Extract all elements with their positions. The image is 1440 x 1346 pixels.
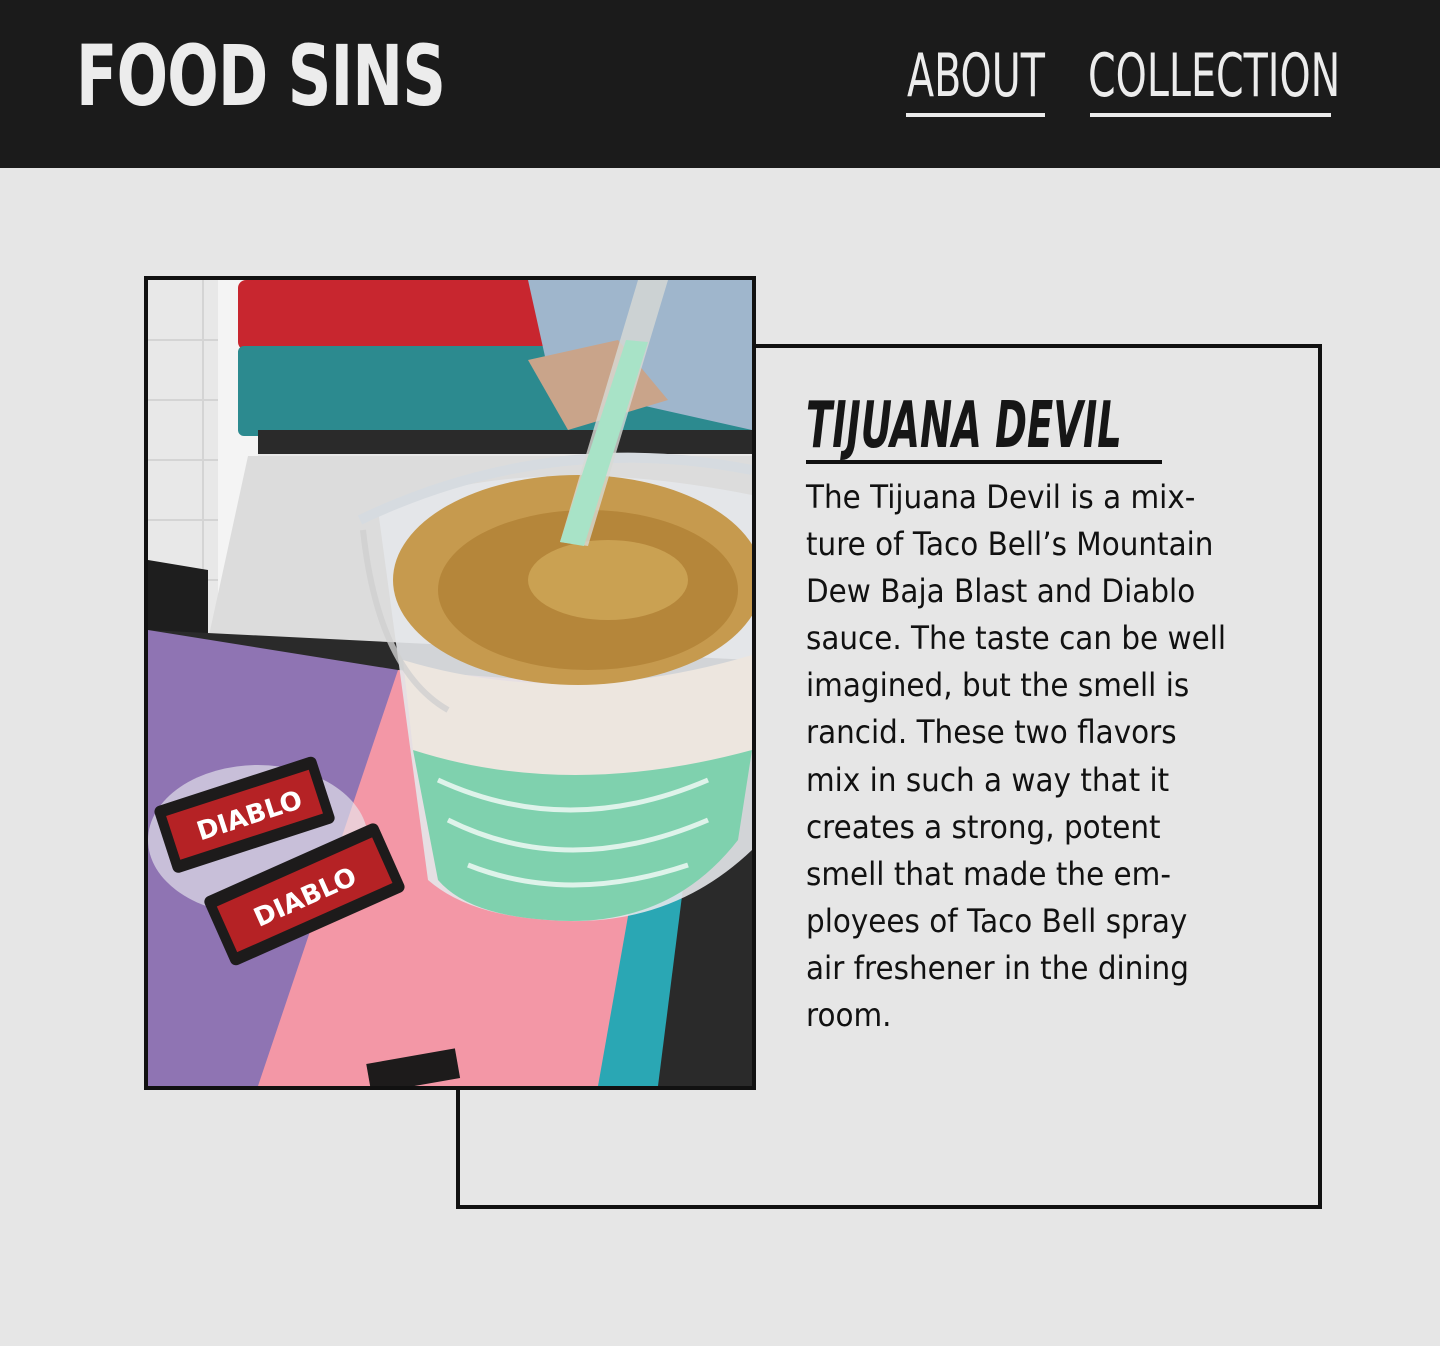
nav-about-link[interactable]: ABOUT [907,38,1045,114]
nav-collection-link[interactable]: COLLECTION [1088,38,1340,114]
description-line: air freshener in the dining [806,948,1189,987]
description-line: creates a strong, potent [806,807,1161,846]
nav-collection-underline [1090,113,1331,117]
site-logo[interactable]: FOOD SINS [76,26,446,126]
description-line: ployees of Taco Bell spray [806,901,1188,940]
description-line: imagined, but the smell is [806,666,1190,705]
description-line: smell that made the em- [806,854,1171,893]
food-photo-illustration: DIABLO DIABLO [148,280,752,1086]
item-description: The Tijuana Devil is a mix- ture of Taco… [806,474,1276,1039]
food-photo: DIABLO DIABLO [144,276,756,1090]
description-line: Dew Baja Blast and Diablo [806,572,1196,611]
nav-about-underline [906,113,1045,117]
title-underline [806,460,1162,464]
description-line: The Tijuana Devil is a mix- [806,478,1196,516]
description-line: mix in such a way that it [806,760,1170,799]
description-line: rancid. These two flavors [806,713,1177,752]
description-line: room. [806,996,892,1035]
description-line: ture of Taco Bell’s Mountain [806,525,1214,564]
item-title: TIJUANA DEVIL [806,389,1122,463]
description-line: sauce. The taste can be well [806,619,1227,658]
site-header: FOOD SINS ABOUT COLLECTION [0,0,1440,168]
